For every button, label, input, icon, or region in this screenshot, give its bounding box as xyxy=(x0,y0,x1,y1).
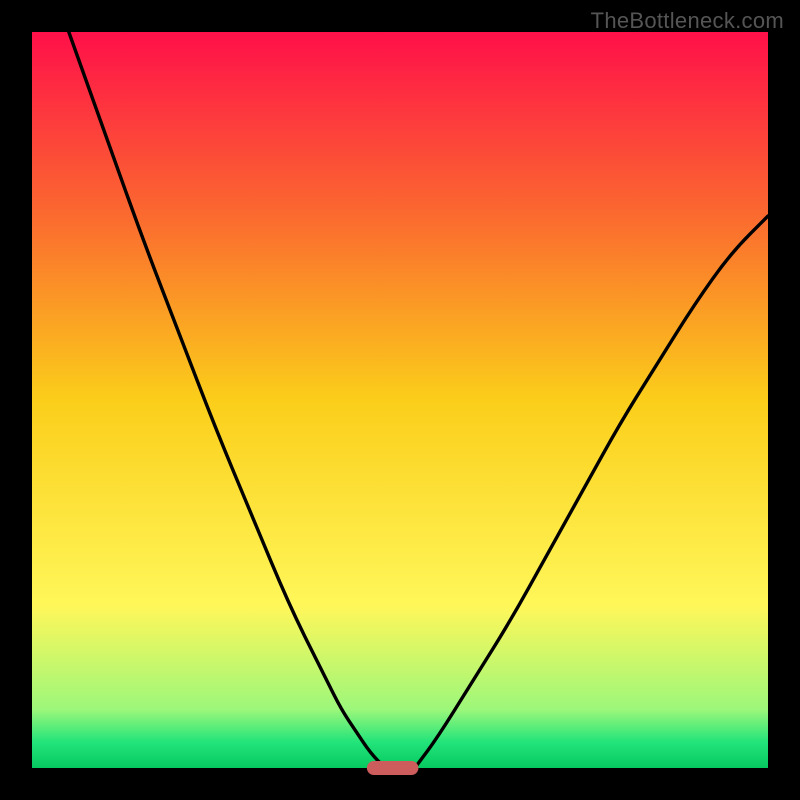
chart-background xyxy=(32,32,768,768)
watermark-label: TheBottleneck.com xyxy=(591,8,784,34)
optimal-marker xyxy=(367,761,419,775)
chart-svg xyxy=(0,0,800,800)
chart-container: TheBottleneck.com xyxy=(0,0,800,800)
